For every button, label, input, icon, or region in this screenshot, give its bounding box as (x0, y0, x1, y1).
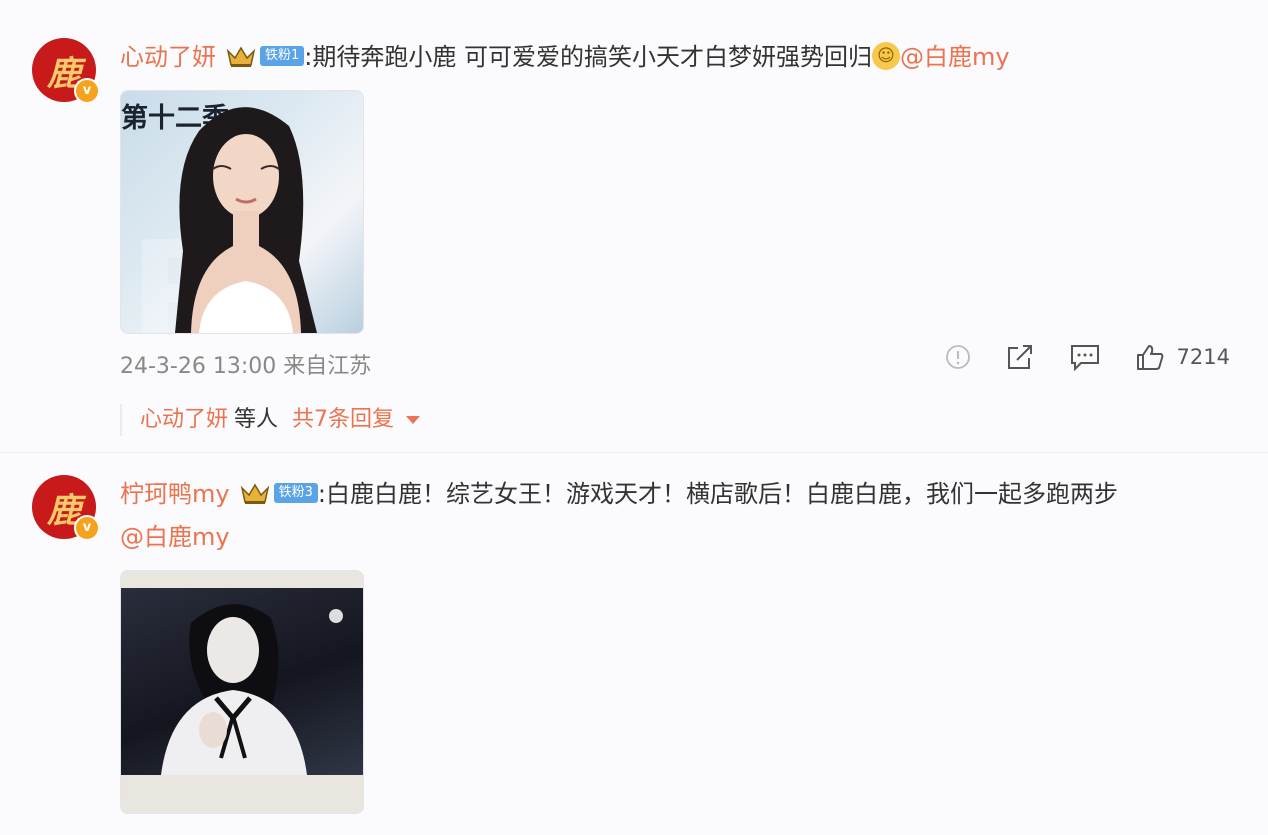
username-link[interactable]: 柠珂鸭my (120, 480, 230, 508)
comment-line: 心动了妍 铁粉1:期待奔跑小鹿 可可爱爱的搞笑小天才白梦妍强势回归 ☺ @白鹿my (120, 40, 1010, 74)
report-icon (945, 345, 970, 369)
crown-icon (240, 481, 270, 505)
divider (0, 452, 1268, 453)
comment-image[interactable]: 第十二季 R (120, 90, 364, 334)
portrait-illustration: 第十二季 R (121, 102, 317, 333)
portrait-illustration (161, 604, 343, 775)
username-link[interactable]: 心动了妍 (120, 43, 216, 71)
report-button[interactable] (945, 344, 971, 370)
action-bar: 7214 (911, 343, 1230, 371)
timestamp: 24-3-26 13:00 (120, 354, 277, 379)
share-icon (1007, 345, 1032, 369)
location: 来自江苏 (283, 354, 372, 379)
reply-summary[interactable]: 心动了妍 等人 共7条回复 (120, 404, 421, 436)
chevron-down-icon[interactable] (406, 416, 421, 424)
mention-link[interactable]: @白鹿my (120, 523, 230, 551)
smile-emoji-icon: ☺ (872, 42, 900, 70)
comment-text: :白鹿白鹿！综艺女王！游戏天才！横店歌后！白鹿白鹿，我们一起多跑两步 (317, 480, 1118, 508)
reply-etc: 等人 (234, 407, 279, 432)
crown-icon (226, 44, 256, 68)
like-count: 7214 (1176, 345, 1230, 369)
avatar[interactable]: 鹿 v (32, 475, 100, 541)
comment-line-2: @白鹿my (120, 520, 230, 554)
reply-author-link[interactable]: 心动了妍 (140, 407, 228, 432)
like-button[interactable]: 7214 (1135, 343, 1230, 371)
comment-meta: 24-3-26 13:00 来自江苏 (120, 348, 371, 380)
comment-line: 柠珂鸭my 铁粉3:白鹿白鹿！综艺女王！游戏天才！横店歌后！白鹿白鹿，我们一起多跑… (120, 477, 1118, 511)
comment-item: 鹿 v 柠珂鸭my 铁粉3:白鹿白鹿！综艺女王！游戏天才！横店歌后！白鹿白鹿，我们… (0, 455, 1268, 835)
mention-link[interactable]: @白鹿my (900, 43, 1010, 71)
like-icon (1136, 345, 1163, 370)
verified-icon: v (74, 515, 100, 541)
share-button[interactable] (1005, 343, 1035, 371)
comment-item: 鹿 v 心动了妍 铁粉1:期待奔跑小鹿 可可爱爱的搞笑小天才白梦妍强势回归 ☺ @白鹿… (0, 0, 1268, 455)
fan-badge[interactable]: 铁粉3 (273, 483, 318, 503)
fan-badge[interactable]: 铁粉1 (260, 46, 305, 66)
verified-icon: v (74, 78, 100, 104)
photo-frame (121, 588, 363, 775)
comment-image[interactable] (120, 570, 364, 814)
comment-text: :期待奔跑小鹿 可可爱爱的搞笑小天才白梦妍强势回归 (304, 43, 872, 71)
comment-icon (1070, 345, 1099, 371)
comment-button[interactable] (1069, 343, 1101, 371)
avatar[interactable]: 鹿 v (32, 38, 100, 104)
reply-count-link[interactable]: 共7条回复 (292, 407, 394, 432)
